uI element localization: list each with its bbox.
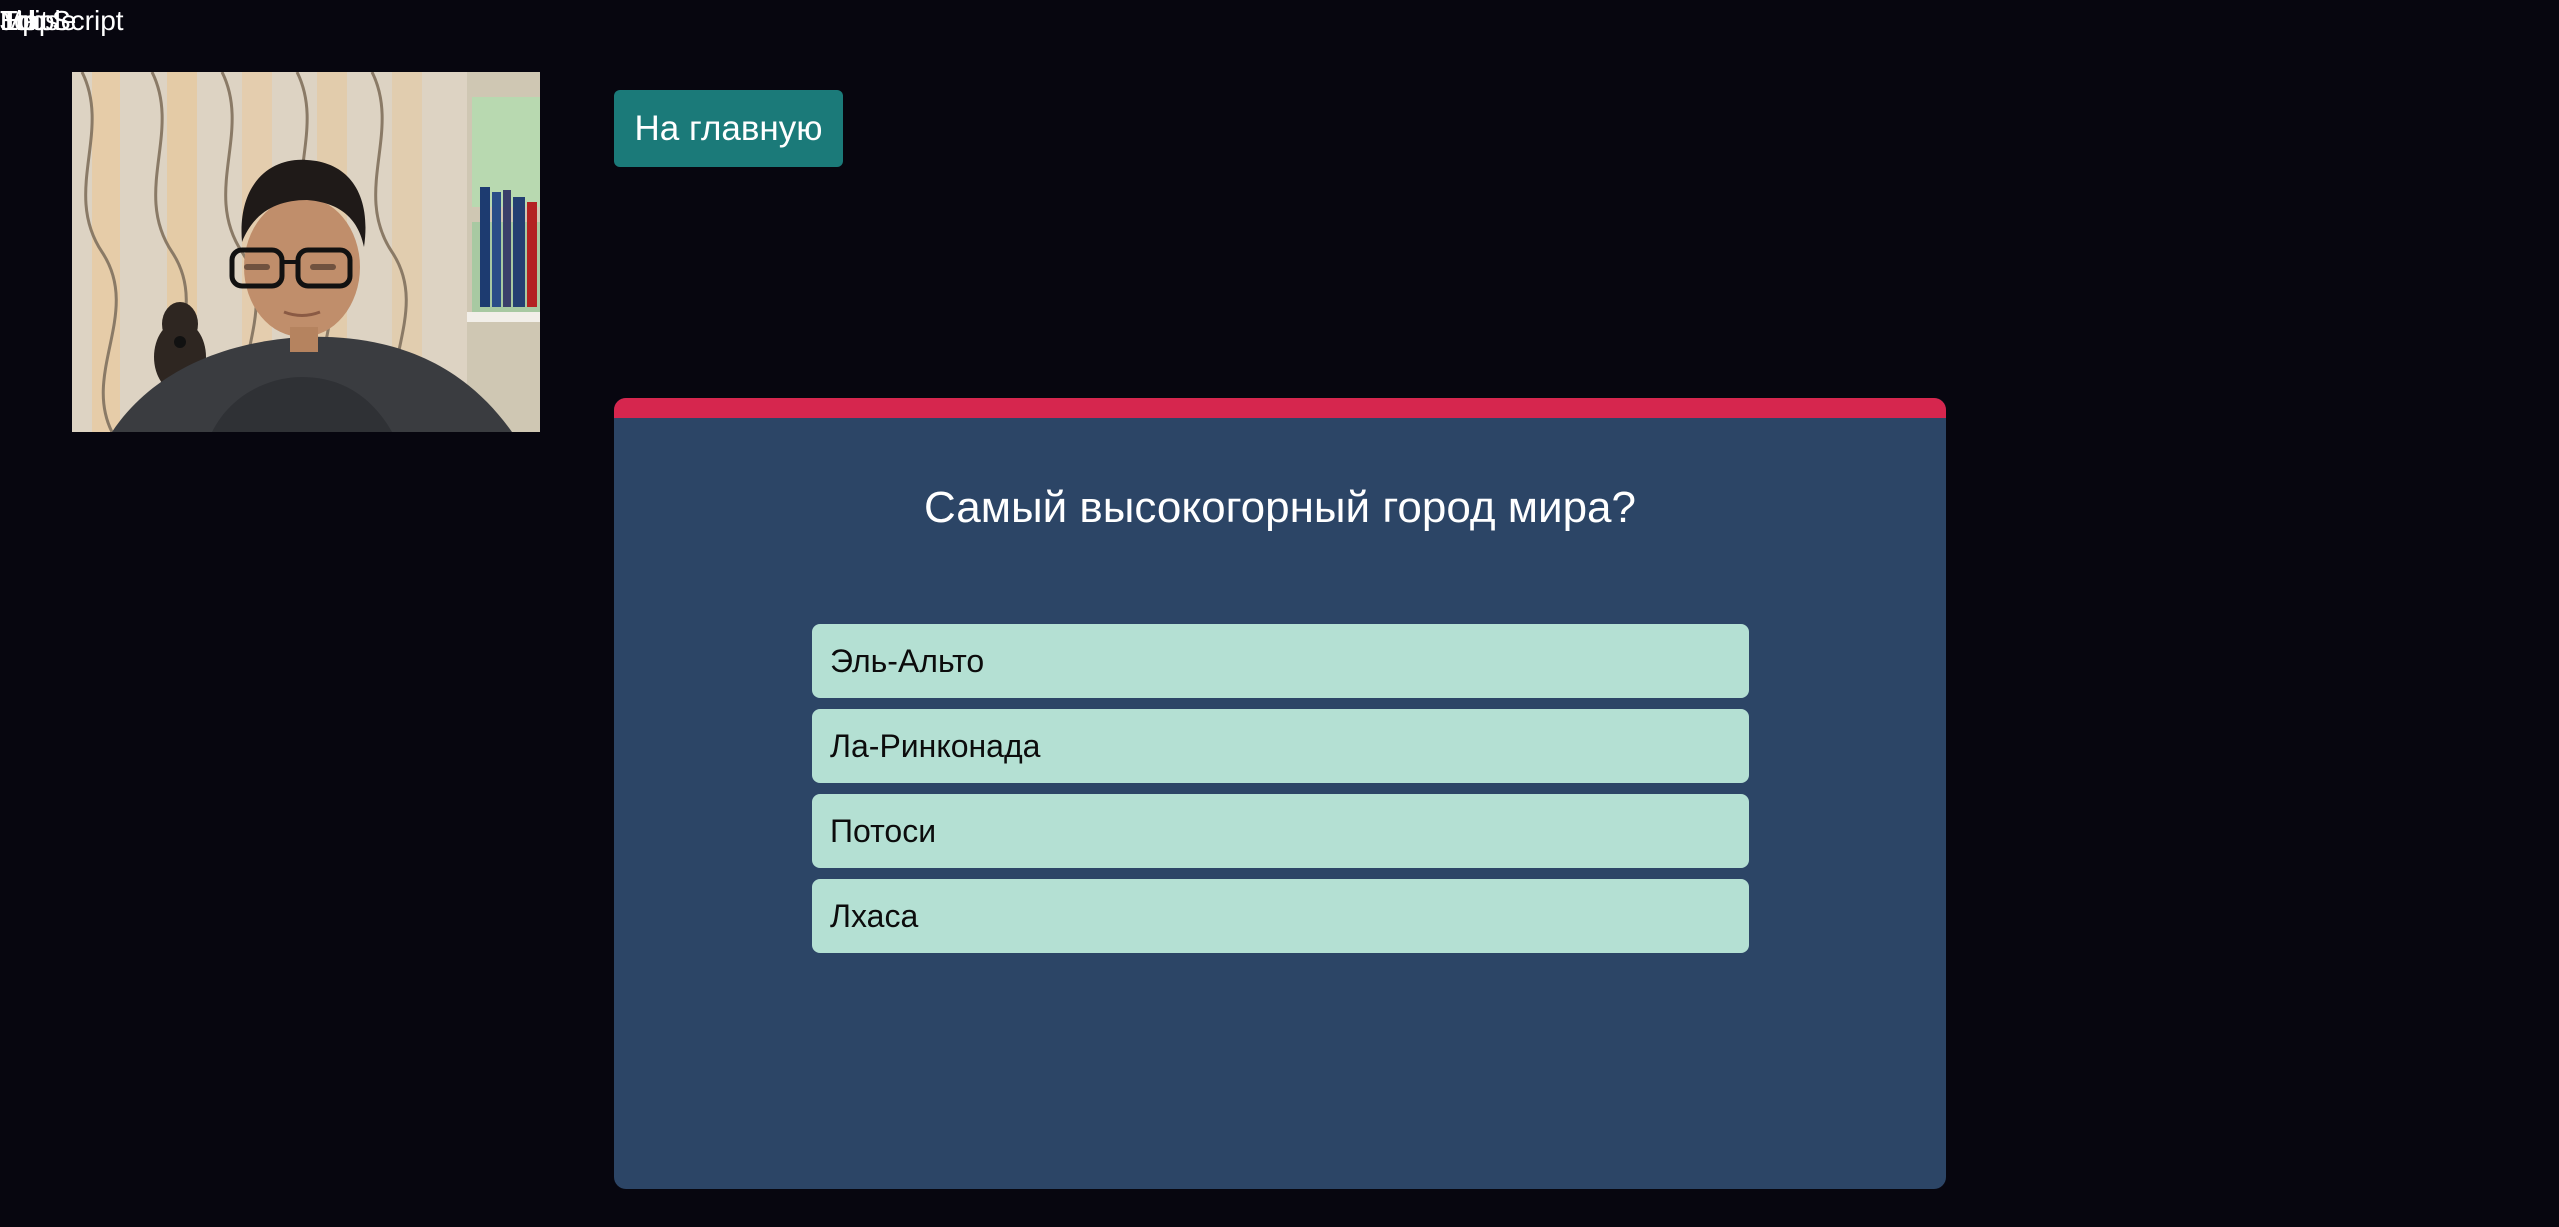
overlay-text: Edit xyxy=(0,5,49,36)
answer-option[interactable]: Эль-Альто xyxy=(812,624,1749,698)
answer-option[interactable]: Ла-Ринконада xyxy=(812,709,1749,783)
webcam-frame-image xyxy=(72,72,540,432)
answer-option[interactable]: Потоси xyxy=(812,794,1749,868)
answer-list: Эль-Альто Ла-Ринконада Потоси Лхаса xyxy=(812,624,1749,964)
answer-option[interactable]: Лхаса xyxy=(812,879,1749,953)
home-button[interactable]: На главную xyxy=(614,90,843,167)
overlay-text: Script xyxy=(52,5,124,36)
quiz-question: Самый высокогорный город мира? xyxy=(923,483,1636,532)
quiz-accent-bar xyxy=(614,398,1946,418)
webcam-video xyxy=(72,72,540,432)
app-root: Maple Script Tip Jobs Edit На главную Са… xyxy=(0,0,2559,1227)
quiz-card: Самый высокогорный город мира? Эль-Альто… xyxy=(614,398,1946,1189)
